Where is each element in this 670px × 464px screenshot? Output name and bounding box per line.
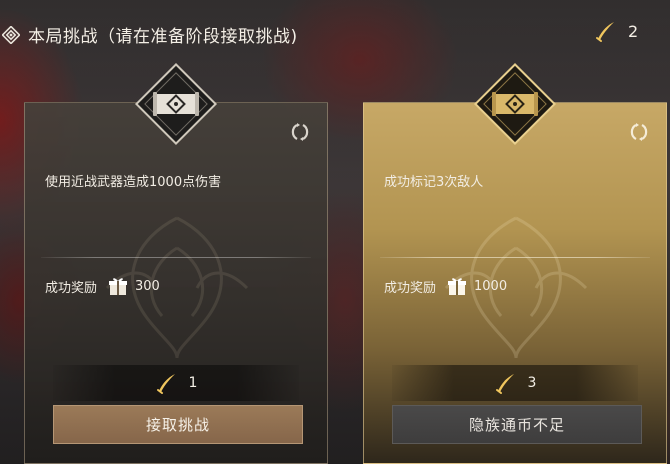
card-panel: 成功标记3次敌人 成功奖励 1000 3 隐族通币不足 (363, 102, 667, 464)
currency-count: 2 (628, 22, 639, 41)
reward-value: 1000 (474, 278, 508, 294)
challenge-description: 成功标记3次敌人 (384, 175, 484, 190)
gift-box-icon (109, 278, 128, 295)
scroll-emblem-icon (473, 62, 557, 146)
challenge-card-1: 使用近战武器造成1000点伤害 成功奖励 300 1 接取挑战 (24, 62, 328, 464)
refresh-icon[interactable] (628, 121, 650, 143)
cost-bar: 3 (392, 365, 638, 401)
challenge-description: 使用近战武器造成1000点伤害 (45, 175, 222, 190)
insufficient-currency-button[interactable]: 隐族通币不足 (392, 405, 642, 444)
cost-value: 1 (188, 375, 198, 391)
reward-value: 300 (135, 278, 160, 294)
feather-token-icon (156, 374, 175, 394)
challenge-card-2: 成功标记3次敌人 成功奖励 1000 3 隐族通币不足 (363, 62, 667, 464)
page-title: 本局挑战（请在准备阶段接取挑战) (28, 27, 298, 47)
card-panel: 使用近战武器造成1000点伤害 成功奖励 300 1 接取挑战 (24, 102, 328, 464)
diamond-knot-icon (2, 26, 20, 44)
divider (380, 257, 650, 258)
reward-label: 成功奖励 (45, 280, 98, 296)
challenge-header: 本局挑战（请在准备阶段接取挑战) 2 (0, 0, 670, 62)
gift-box-icon (448, 278, 467, 295)
refresh-icon[interactable] (289, 121, 311, 143)
cost-value: 3 (527, 375, 537, 391)
scroll-emblem-icon (134, 62, 218, 146)
reward-row: 成功奖励 1000 (384, 273, 507, 299)
cost-bar: 1 (53, 365, 299, 401)
feather-token-icon (495, 374, 514, 394)
reward-row: 成功奖励 300 (45, 273, 160, 299)
reward-label: 成功奖励 (384, 280, 437, 296)
divider (41, 257, 311, 258)
accept-challenge-button[interactable]: 接取挑战 (53, 405, 303, 444)
feather-token-icon (596, 22, 614, 42)
